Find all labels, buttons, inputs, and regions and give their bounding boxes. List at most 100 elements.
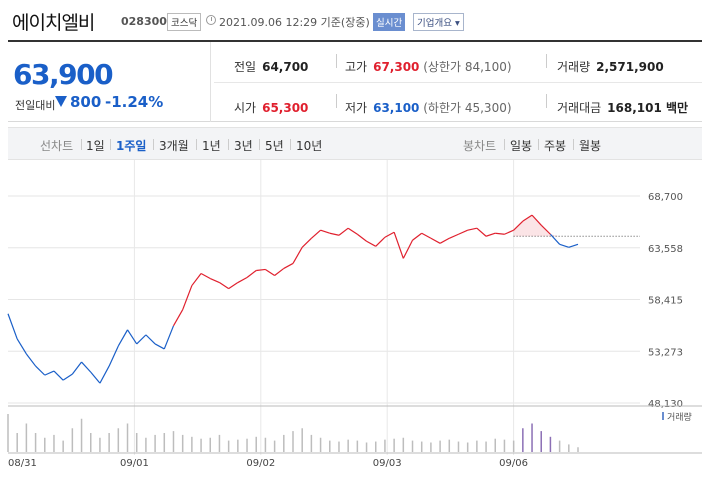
tab-5y[interactable]: 5년 [265, 137, 284, 154]
panel-divider [210, 42, 211, 122]
separator [290, 139, 291, 150]
y-tick-label: 63,558 [648, 244, 683, 255]
tab-10y[interactable]: 10년 [296, 137, 322, 154]
price-segment [172, 309, 184, 327]
x-tick-label: 08/31 [8, 458, 37, 469]
upper-limit: (상한가 84,100) [423, 60, 512, 74]
company-overview-dropdown[interactable]: 기업개요 ▾ [413, 13, 464, 31]
tab-1w[interactable]: 1주일 [116, 137, 146, 154]
stat-low: 저가 63,100 (하한가 45,300) [345, 99, 512, 116]
price-panel: 63,900 전일대비 800 -1.24% 전일 64,700 고가 67,300… [8, 42, 702, 122]
tab-3y[interactable]: 3년 [234, 137, 253, 154]
stat-volume: 거래량 2,571,900 [557, 58, 664, 75]
tab-weekly[interactable]: 주봉 [544, 137, 566, 154]
low-label: 저가 [345, 101, 368, 115]
price-segment [485, 232, 496, 237]
stat-amount: 거래대금 168,101 백만 [557, 99, 688, 116]
price-segment [393, 232, 404, 259]
market-badge: 코스닥 [167, 13, 202, 31]
price-segment [412, 232, 423, 241]
change-label: 전일대비 [15, 99, 56, 112]
price-segment [301, 237, 312, 248]
price-segment [402, 240, 414, 259]
change-percent: -1.24% [105, 93, 164, 111]
rise-area [513, 215, 578, 237]
price-chart: 68,700 63,558 58,415 53,273 48,130 08/31 09/01… [0, 160, 710, 491]
amount-label: 거래대금 [557, 101, 602, 115]
x-tick-label: 09/02 [246, 458, 275, 469]
separator [81, 139, 82, 150]
price-segment [504, 229, 514, 235]
price-segment [71, 361, 83, 375]
separator [573, 139, 574, 150]
change-value: 800 [70, 93, 102, 111]
row-divider [214, 82, 702, 83]
price-segment [117, 329, 129, 347]
y-tick-label: 53,273 [648, 347, 683, 358]
price-segment [237, 276, 248, 284]
price-segment [136, 334, 147, 345]
tab-1y[interactable]: 1년 [202, 137, 221, 154]
price-segment [476, 227, 487, 237]
price-segment [246, 269, 257, 278]
price-segment [347, 227, 358, 235]
low-value: 63,100 [373, 101, 420, 115]
price-segment [163, 325, 175, 350]
price-segment [320, 229, 330, 234]
price-segment [256, 268, 266, 272]
stat-prev: 전일 64,700 [234, 58, 308, 75]
price-segment [559, 243, 569, 248]
stat-open: 시가 65,300 [234, 99, 308, 116]
separator [196, 139, 197, 150]
amount-value: 168,101 백만 [607, 101, 689, 115]
price-segment [265, 268, 275, 277]
separator [228, 139, 229, 150]
price-segment [145, 334, 156, 345]
lower-limit: (하한가 45,300) [423, 101, 512, 115]
price-segment [495, 232, 505, 235]
tab-3m[interactable]: 3개월 [159, 137, 189, 154]
clock-icon [206, 15, 216, 25]
price-segment [568, 243, 579, 248]
price-segment [25, 353, 37, 367]
y-tick-label: 48,130 [648, 399, 683, 410]
volume-value: 2,571,900 [596, 60, 664, 74]
line-chart-label[interactable]: 선차트 [40, 137, 73, 154]
price-segment [384, 231, 395, 238]
price-segment [200, 272, 211, 280]
price-segment [53, 370, 64, 381]
open-value: 65,300 [262, 101, 309, 115]
separator [546, 54, 547, 68]
volume-legend-label: 거래량 [667, 411, 692, 423]
tab-daily[interactable]: 일봉 [510, 137, 532, 154]
price-segment [182, 285, 193, 310]
price-segment [127, 329, 138, 345]
price-segment [62, 373, 73, 381]
price-segment [154, 343, 165, 350]
separator [153, 139, 154, 150]
separator [336, 94, 337, 108]
stock-header: 에이치엘비 028300 코스닥 2021.09.06 12:29 기준(장중)… [0, 0, 710, 42]
separator [336, 54, 337, 68]
realtime-button[interactable]: 실시간 [373, 13, 406, 31]
tab-monthly[interactable]: 월봉 [579, 137, 601, 154]
high-value: 67,300 [373, 60, 420, 74]
price-segment [274, 267, 285, 276]
price-segment [449, 233, 459, 239]
candle-chart-label[interactable]: 봉차트 [463, 137, 496, 154]
separator [538, 139, 539, 150]
prev-label: 전일 [234, 60, 257, 74]
price-segment [458, 229, 468, 235]
price-segment [228, 282, 239, 290]
separator [110, 139, 111, 150]
tab-1d[interactable]: 1일 [86, 137, 105, 154]
price-segment [90, 371, 101, 384]
price-segment [44, 370, 55, 376]
price-segment [439, 237, 450, 244]
stat-high: 고가 67,300 (상한가 84,100) [345, 58, 512, 75]
price-segment [99, 365, 110, 384]
current-price: 63,900 [13, 58, 114, 91]
price-segment [108, 345, 119, 367]
volume-label: 거래량 [557, 60, 591, 74]
volume-legend-swatch [662, 412, 664, 420]
